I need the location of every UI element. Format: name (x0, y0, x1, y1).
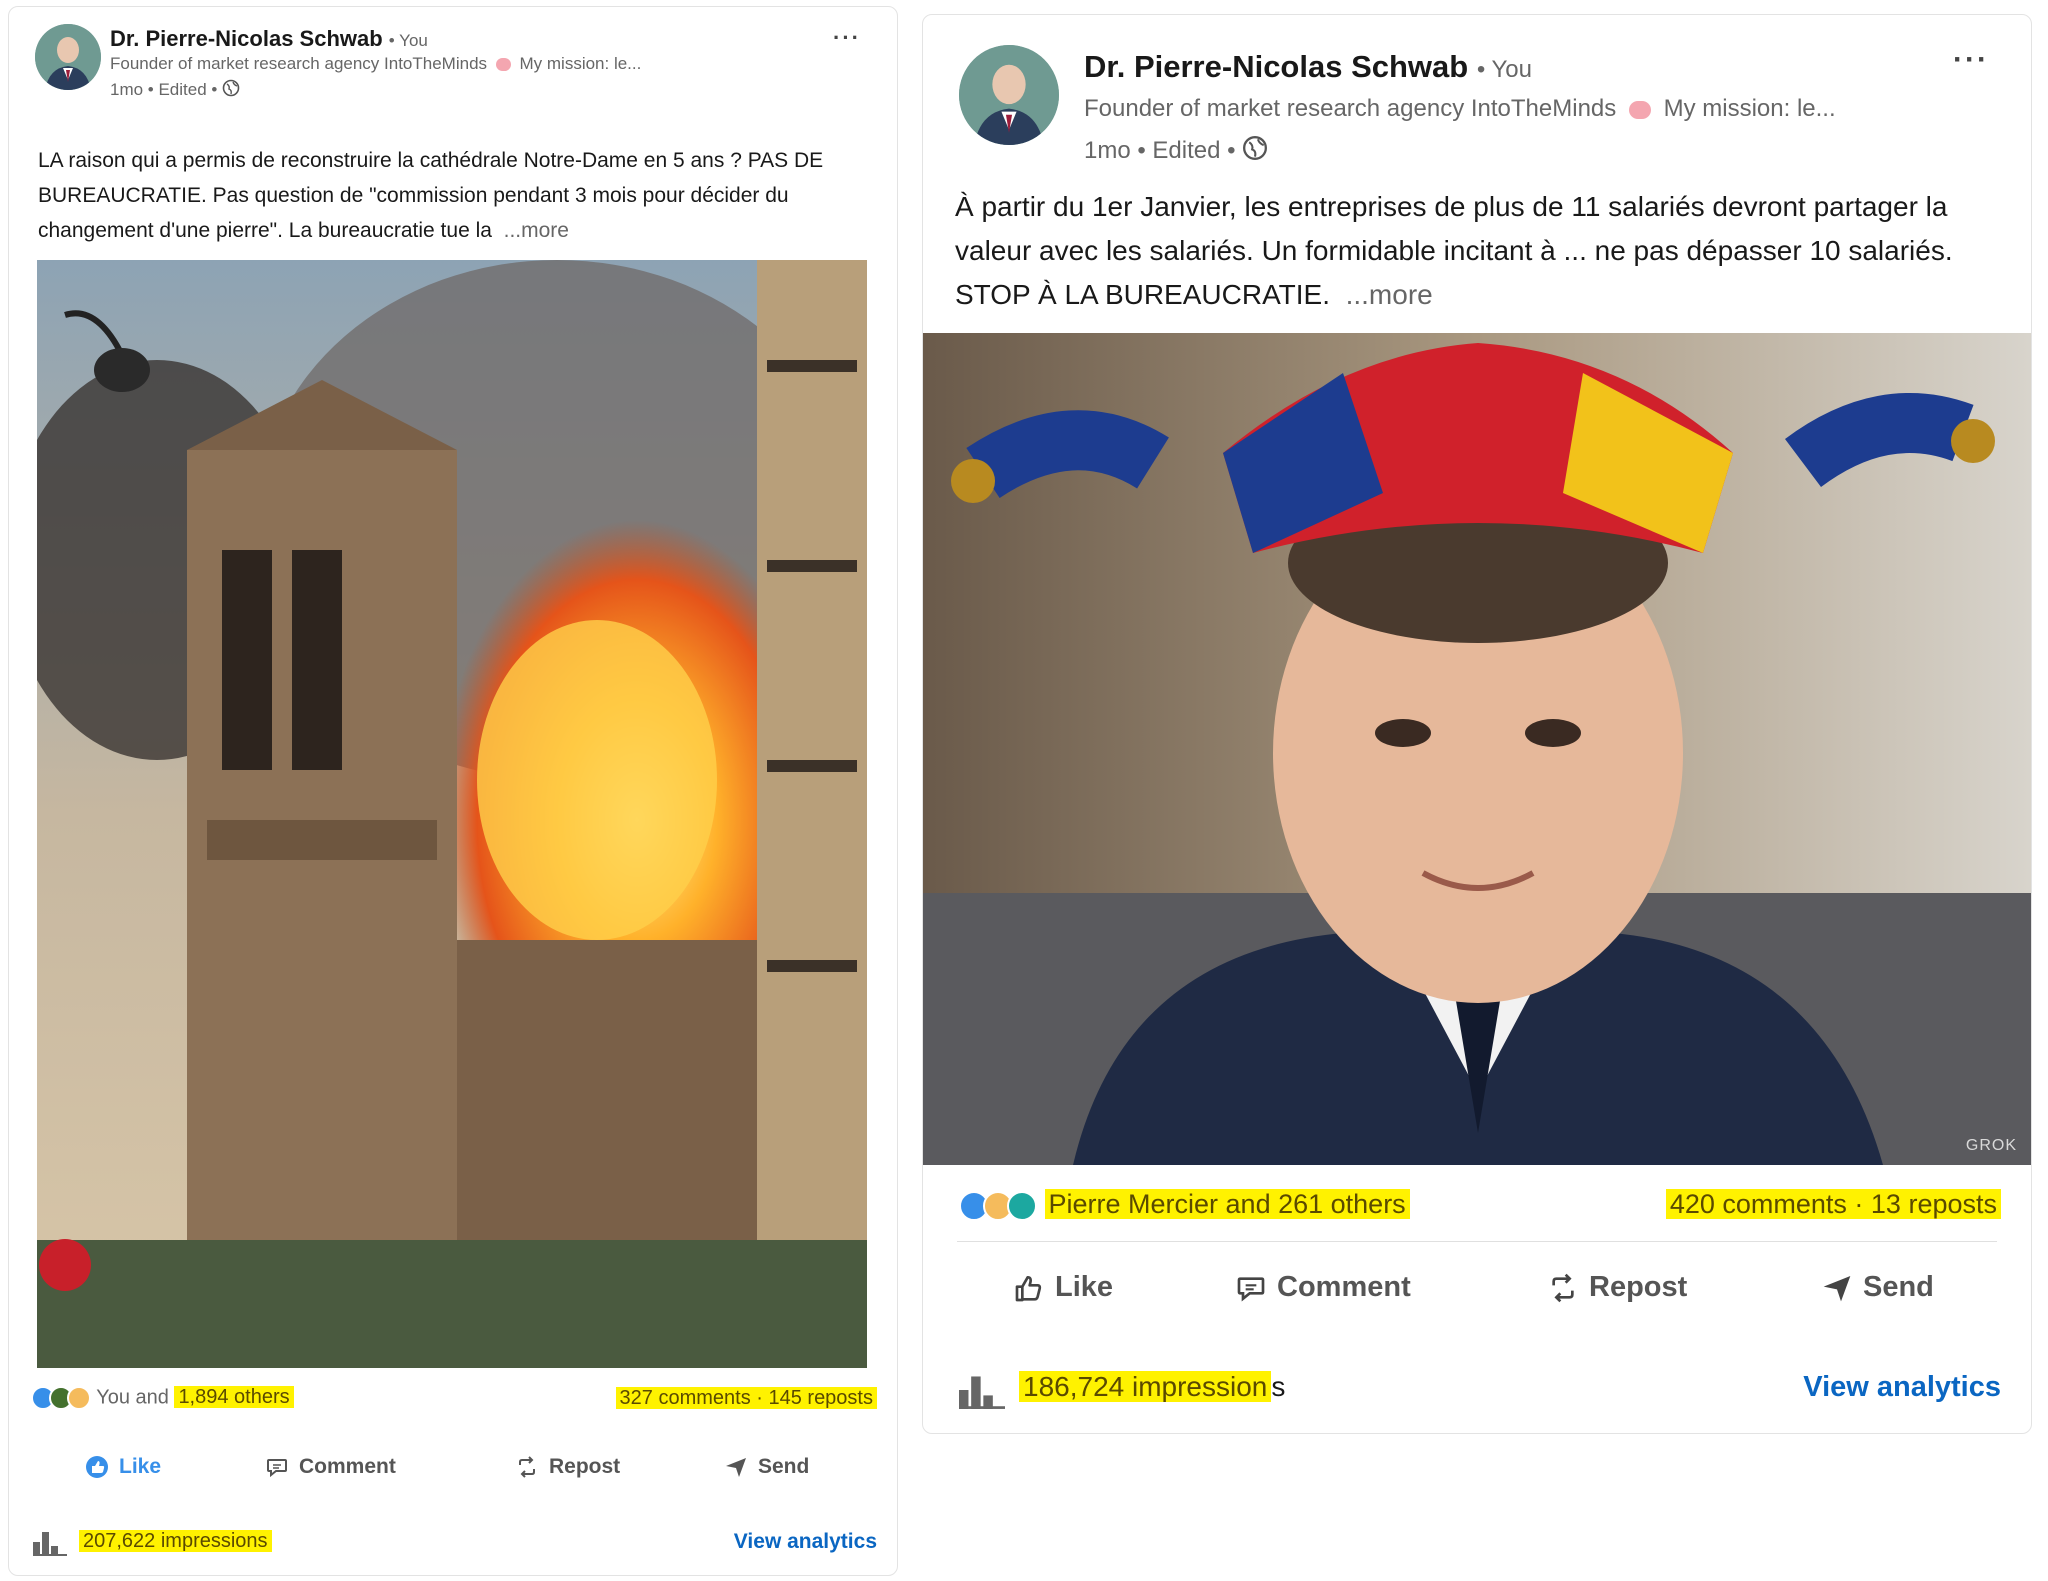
analytics-bar-icon (33, 1528, 67, 1561)
author-avatar[interactable] (959, 45, 1059, 145)
repost-icon (1552, 1273, 1574, 1302)
comment-label: Comment (1277, 1271, 1411, 1303)
comment-icon (1237, 1276, 1265, 1301)
headline-tail: My mission: le... (1663, 95, 1836, 122)
post-text: LA raison qui a permis de reconstruire l… (38, 143, 878, 248)
repost-icon (519, 1456, 535, 1478)
send-label: Send (758, 1455, 810, 1478)
like-label: Like (119, 1455, 162, 1478)
author-headline: Founder of market research agency IntoTh… (1084, 95, 1836, 123)
repost-button[interactable]: Repost (1547, 1271, 1687, 1304)
brain-emoji-icon (1628, 100, 1651, 119)
headline-text: Founder of market research agency IntoTh… (1084, 95, 1617, 122)
author-name-text[interactable]: Dr. Pierre-Nicolas Schwab (1084, 49, 1468, 84)
like-button[interactable]: Like (85, 1455, 161, 1479)
comment-label: Comment (299, 1455, 396, 1478)
more-options-icon[interactable]: ··· (1953, 43, 1989, 77)
post-body: À partir du 1er Janvier, les entreprises… (955, 191, 1953, 310)
comment-button[interactable]: Comment (1235, 1271, 1411, 1304)
post-card-1: Dr. Pierre-Nicolas Schwab • You Founder … (8, 6, 898, 1576)
impressions-tail: s (1271, 1371, 1286, 1402)
view-analytics-link[interactable]: View analytics (1803, 1371, 2001, 1404)
reactions-summary[interactable]: You and 1,894 others (31, 1386, 294, 1410)
impressions-text[interactable]: 207,622 impressions (79, 1530, 272, 1552)
globe-icon (1242, 135, 1268, 168)
impressions-count[interactable]: 186,724 impression s (1019, 1371, 1285, 1403)
post-card-2: Dr. Pierre-Nicolas Schwab • You Founder … (922, 14, 2032, 1434)
comments-reposts[interactable]: 420 comments · 13 reposts (1665, 1189, 2001, 1220)
headline-text: Founder of market research agency IntoTh… (110, 54, 488, 73)
post-meta: 1mo • Edited • (1084, 135, 1268, 168)
repost-label: Repost (1589, 1271, 1688, 1303)
send-button[interactable]: Send (1821, 1271, 1934, 1304)
impressions-count[interactable]: 207,622 impressions (79, 1530, 272, 1553)
funny-reaction-icon (1007, 1190, 1037, 1221)
view-analytics-link[interactable]: View analytics (734, 1530, 877, 1554)
post-meta-text: 1mo • Edited • (1084, 136, 1236, 164)
analytics-bar-icon (959, 1371, 1005, 1414)
comments-reposts-text[interactable]: 327 comments · 145 reposts (615, 1387, 877, 1409)
jester-hat-portrait[interactable]: GROK (923, 333, 2031, 1165)
send-icon (726, 1458, 746, 1477)
reactions-count[interactable]: 1,894 others (174, 1386, 294, 1409)
send-icon (1823, 1275, 1851, 1301)
author-name[interactable]: Dr. Pierre-Nicolas Schwab • You (1084, 49, 1532, 85)
comment-icon (267, 1459, 287, 1478)
post-meta-text: 1mo • Edited • (110, 79, 218, 99)
like-icon (1015, 1275, 1042, 1301)
reactions-prefix: You and (96, 1386, 175, 1409)
divider (957, 1241, 1997, 1242)
author-name[interactable]: Dr. Pierre-Nicolas Schwab • You (110, 26, 428, 52)
post-body: LA raison qui a permis de reconstruire l… (38, 149, 824, 242)
reactions-summary[interactable]: Pierre Mercier and 261 others (959, 1189, 1410, 1221)
repost-label: Repost (549, 1455, 621, 1478)
insightful-reaction-icon (67, 1386, 91, 1410)
more-options-icon[interactable]: ··· (833, 25, 861, 51)
like-label: Like (1055, 1271, 1114, 1303)
grok-watermark: GROK (1965, 1137, 2017, 1154)
like-button[interactable]: Like (1013, 1271, 1113, 1304)
author-avatar[interactable] (35, 24, 101, 90)
comment-button[interactable]: Comment (265, 1455, 396, 1479)
post-meta: 1mo • Edited • (110, 79, 240, 102)
you-tag: • You (1476, 56, 1532, 83)
you-tag: • You (388, 31, 428, 50)
author-headline: Founder of market research agency IntoTh… (110, 54, 641, 74)
brain-emoji-icon (495, 58, 511, 72)
comments-reposts[interactable]: 327 comments · 145 reposts (615, 1387, 877, 1410)
post-text: À partir du 1er Janvier, les entreprises… (955, 185, 2005, 317)
headline-tail: My mission: le... (519, 54, 642, 73)
globe-icon (222, 79, 240, 102)
send-label: Send (1863, 1271, 1934, 1303)
see-more-link[interactable]: ...more (504, 219, 569, 242)
repost-button[interactable]: Repost (515, 1455, 620, 1479)
like-icon (86, 1456, 108, 1478)
send-button[interactable]: Send (724, 1455, 809, 1479)
author-name-text[interactable]: Dr. Pierre-Nicolas Schwab (110, 26, 383, 51)
comments-reposts-text[interactable]: 420 comments · 13 reposts (1665, 1189, 2001, 1219)
impressions-text[interactable]: 186,724 impression (1019, 1371, 1272, 1402)
reactions-count[interactable]: Pierre Mercier and 261 others (1044, 1189, 1410, 1219)
notre-dame-fire-photo[interactable] (37, 260, 867, 1368)
see-more-link[interactable]: ...more (1346, 279, 1433, 310)
